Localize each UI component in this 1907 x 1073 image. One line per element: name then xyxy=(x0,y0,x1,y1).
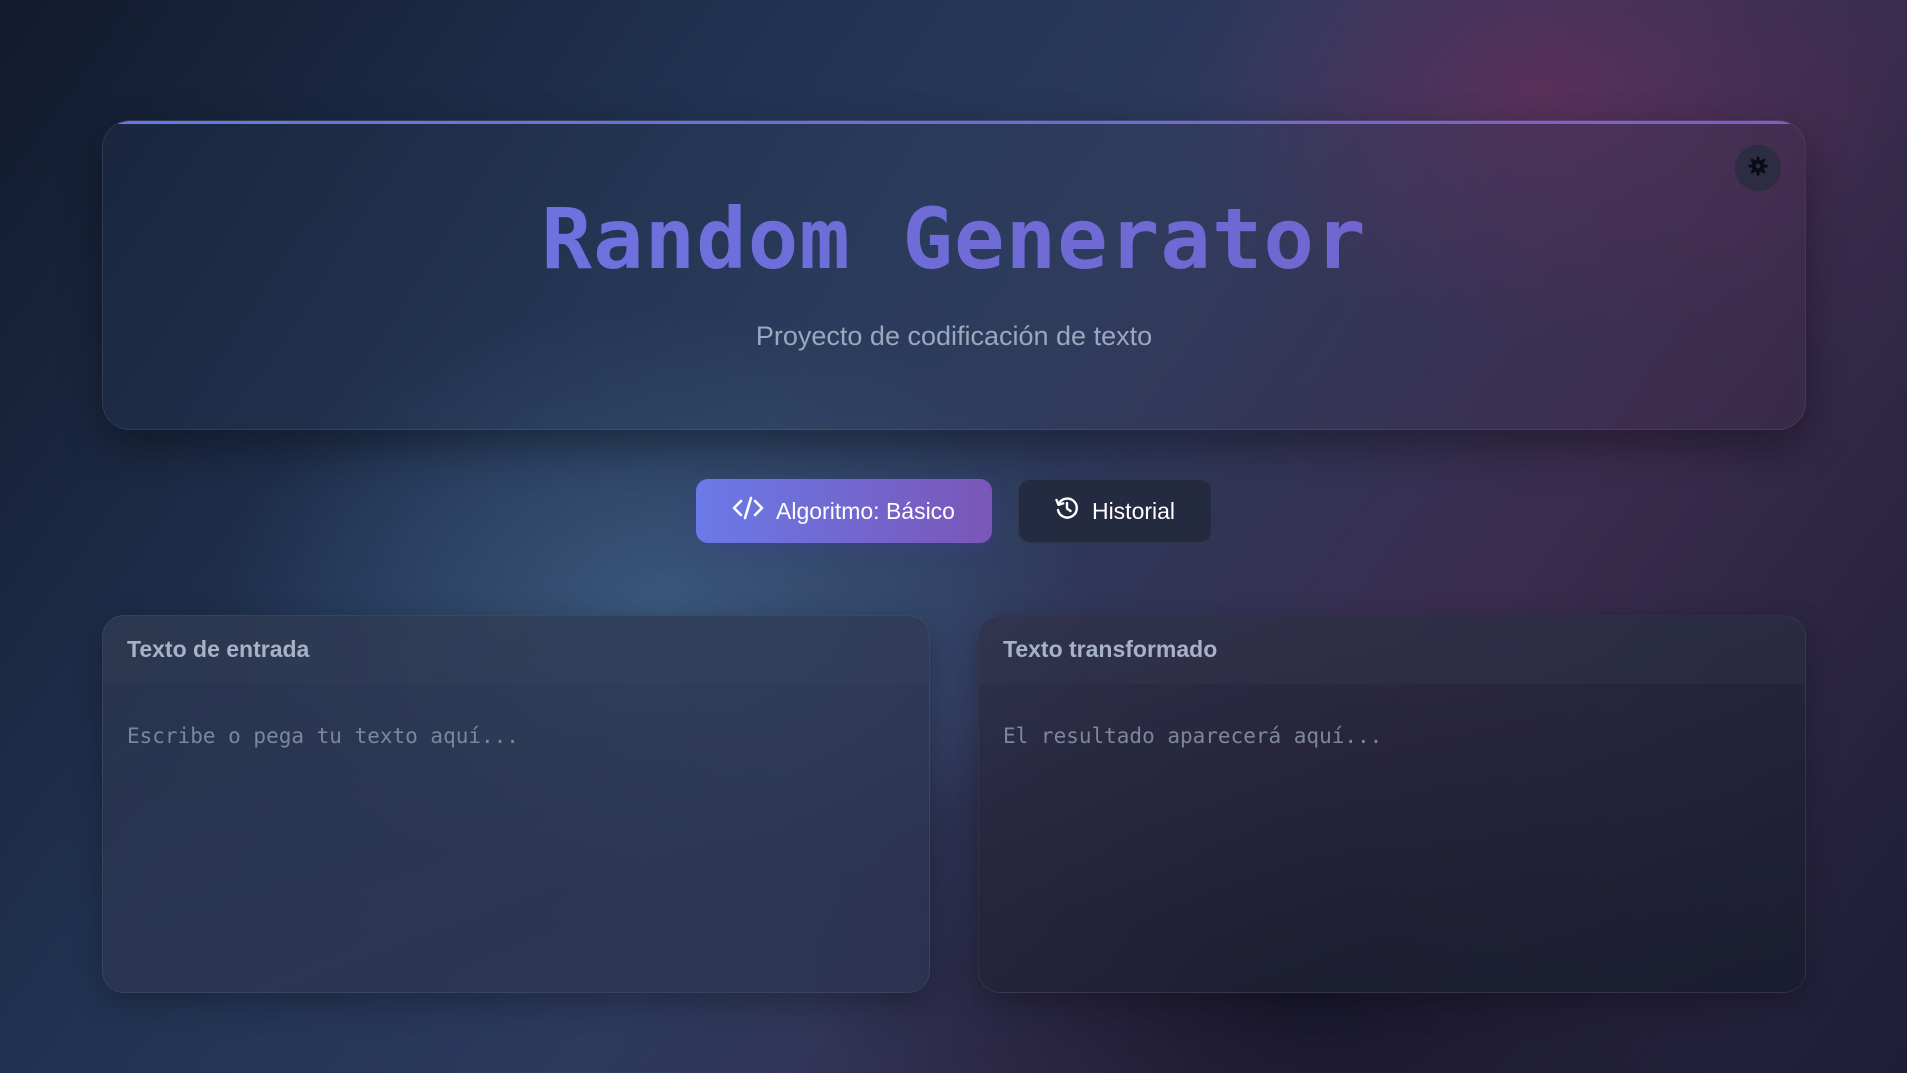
action-bar: Algoritmo: Básico Historial xyxy=(0,479,1907,543)
output-panel: Texto transformado xyxy=(978,615,1806,993)
algorithm-button[interactable]: Algoritmo: Básico xyxy=(695,479,992,543)
page-subtitle: Proyecto de codificación de texto xyxy=(755,321,1153,351)
output-panel-title: Texto transformado xyxy=(979,616,1805,684)
input-textarea[interactable] xyxy=(103,684,929,992)
theme-toggle-button[interactable] xyxy=(1735,145,1781,191)
header-accent-bar xyxy=(103,121,1805,124)
page-title: Random Generator xyxy=(103,189,1805,289)
history-button-label: Historial xyxy=(1091,497,1176,524)
history-icon xyxy=(1054,495,1080,527)
code-icon xyxy=(732,496,764,526)
input-panel: Texto de entrada xyxy=(102,615,930,993)
output-textarea[interactable] xyxy=(979,684,1805,992)
history-button[interactable]: Historial xyxy=(1017,479,1212,543)
input-panel-title: Texto de entrada xyxy=(103,616,929,684)
header-card: Random Generator Proyecto de codificació… xyxy=(102,120,1806,430)
gear-icon xyxy=(1747,155,1769,182)
algorithm-button-label: Algoritmo: Básico xyxy=(776,497,955,524)
